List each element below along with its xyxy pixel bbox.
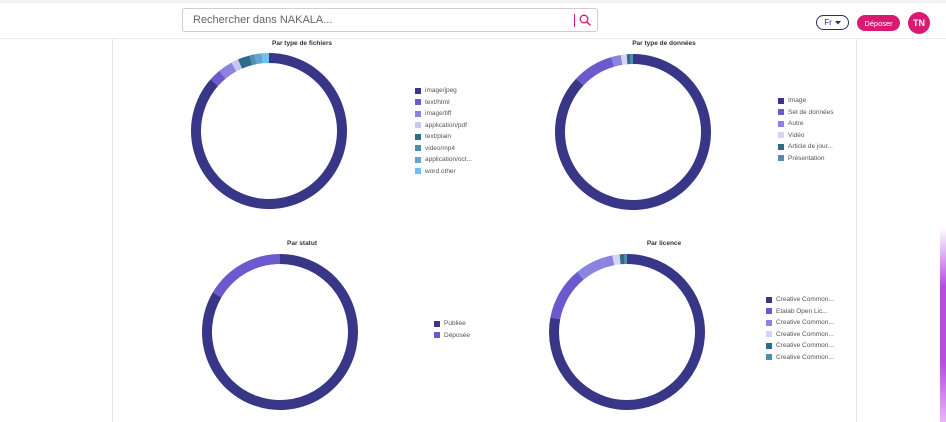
legend-swatch bbox=[778, 143, 784, 150]
legend-swatch bbox=[766, 308, 772, 315]
legend-label: Creative Common... bbox=[776, 342, 834, 350]
legend-swatch bbox=[415, 99, 421, 106]
legend-swatch bbox=[415, 87, 421, 94]
legend-item[interactable]: Creative Common... bbox=[766, 294, 834, 306]
donut-slice[interactable] bbox=[577, 255, 615, 280]
legend-label: Déposée bbox=[444, 331, 471, 339]
legend-label: Creative Common... bbox=[776, 330, 834, 338]
legend-item[interactable]: text/html bbox=[415, 97, 472, 109]
search-icon bbox=[579, 14, 591, 26]
legend-label: Article de jour... bbox=[788, 143, 833, 151]
legend-item[interactable]: Creative Common... bbox=[766, 340, 834, 352]
legend-label: Vidéo bbox=[788, 131, 805, 139]
legend-item[interactable]: Présentation bbox=[778, 153, 834, 165]
legend-label: application/oct... bbox=[425, 156, 472, 164]
file-types-donut-chart bbox=[190, 53, 347, 209]
legend-swatch bbox=[434, 332, 440, 339]
legend-swatch bbox=[766, 319, 772, 326]
legend-label: Image bbox=[788, 97, 807, 105]
legend-label: Autre bbox=[788, 120, 804, 128]
legend-item[interactable]: image/jpeg bbox=[415, 85, 472, 97]
legend-label: text/html bbox=[425, 98, 450, 106]
legend-item[interactable]: Publiée bbox=[434, 318, 470, 330]
chart-title-license: Par licence bbox=[646, 240, 682, 247]
legend-item[interactable]: Article de jour... bbox=[778, 141, 834, 153]
legend-item[interactable]: Image bbox=[778, 95, 834, 107]
legend-label: Présentation bbox=[788, 154, 825, 162]
legend-swatch bbox=[766, 296, 772, 303]
search-button[interactable] bbox=[569, 11, 591, 29]
legend-item[interactable]: Creative Common... bbox=[766, 352, 834, 364]
legend-swatch bbox=[778, 120, 784, 127]
legend-item[interactable]: text/plain bbox=[415, 131, 472, 143]
legend-item[interactable]: application/oct... bbox=[415, 154, 472, 166]
donut-slice[interactable] bbox=[212, 254, 280, 298]
legend-swatch bbox=[415, 168, 421, 175]
chart-title-file-types: Par type de fichiers bbox=[272, 40, 332, 47]
donut-slice[interactable] bbox=[624, 254, 627, 265]
legend-label: Publiée bbox=[444, 320, 466, 328]
donut-slice[interactable] bbox=[550, 271, 584, 320]
legend-swatch bbox=[415, 156, 421, 163]
legend-swatch bbox=[778, 109, 784, 116]
legend-swatch bbox=[778, 97, 784, 104]
legend-swatch bbox=[766, 354, 772, 361]
language-selector[interactable]: Fr bbox=[816, 15, 849, 30]
legend-swatch bbox=[766, 331, 772, 338]
legend-swatch bbox=[415, 122, 421, 129]
legend-swatch bbox=[415, 145, 421, 152]
legend-label: image/tiff bbox=[425, 110, 452, 118]
legend-label: text/plain bbox=[425, 133, 452, 141]
chart-title-data-types: Par type de données bbox=[632, 40, 696, 47]
app-header: Fr Déposer TN bbox=[0, 3, 946, 39]
data-types-donut-chart bbox=[555, 54, 711, 210]
language-label: Fr bbox=[824, 18, 832, 27]
legend-item[interactable]: Etalab Open Lic... bbox=[766, 306, 834, 318]
search-box bbox=[182, 8, 598, 32]
chart-title-status: Par statut bbox=[287, 240, 317, 247]
legend-label: Creative Common... bbox=[776, 296, 834, 304]
file-types-legend: image/jpeg text/html image/tiff application… bbox=[415, 85, 472, 177]
legend-swatch bbox=[778, 155, 784, 162]
data-types-legend: Image Set de données Autre Vidéo Article de … bbox=[778, 95, 834, 164]
deposit-button[interactable]: Déposer bbox=[857, 15, 900, 31]
scroll-accent bbox=[940, 228, 946, 422]
legend-item[interactable]: Déposée bbox=[434, 330, 470, 342]
search-input[interactable] bbox=[183, 9, 573, 31]
legend-item[interactable]: Autre bbox=[778, 118, 834, 130]
status-legend: Publiée Déposée bbox=[434, 318, 470, 341]
legend-swatch bbox=[434, 320, 440, 327]
legend-item[interactable]: Creative Common... bbox=[766, 317, 834, 329]
legend-item[interactable]: word.other bbox=[415, 166, 472, 178]
legend-label: Set de données bbox=[788, 108, 834, 116]
legend-label: image/jpeg bbox=[425, 87, 457, 95]
legend-item[interactable]: application/pdf bbox=[415, 120, 472, 132]
legend-swatch bbox=[415, 110, 421, 117]
donut-slice[interactable] bbox=[261, 53, 269, 64]
legend-item[interactable]: Vidéo bbox=[778, 130, 834, 142]
chevron-down-icon bbox=[834, 20, 841, 24]
legend-label: Etalab Open Lic... bbox=[776, 307, 828, 315]
legend-swatch bbox=[415, 133, 421, 140]
donut-slice[interactable] bbox=[576, 57, 615, 86]
legend-label: Creative Common... bbox=[776, 353, 834, 361]
status-donut-chart bbox=[201, 254, 358, 410]
legend-label: video/mp4 bbox=[425, 144, 455, 152]
legend-item[interactable]: Set de données bbox=[778, 107, 834, 119]
legend-item[interactable]: video/mp4 bbox=[415, 143, 472, 155]
avatar-initials: TN bbox=[913, 18, 925, 28]
legend-label: Creative Common... bbox=[776, 319, 834, 327]
user-avatar[interactable]: TN bbox=[908, 12, 930, 34]
legend-item[interactable]: image/tiff bbox=[415, 108, 472, 120]
legend-item[interactable]: Creative Common... bbox=[766, 329, 834, 341]
legend-label: word.other bbox=[425, 167, 456, 175]
legend-label: application/pdf bbox=[425, 121, 467, 129]
search-divider bbox=[574, 13, 575, 27]
donut-slice[interactable] bbox=[630, 54, 633, 65]
license-donut-chart bbox=[549, 254, 705, 410]
legend-swatch bbox=[778, 132, 784, 139]
license-legend: Creative Common... Etalab Open Lic... Crea… bbox=[766, 294, 834, 363]
legend-swatch bbox=[766, 342, 772, 349]
deposit-label: Déposer bbox=[864, 18, 893, 28]
